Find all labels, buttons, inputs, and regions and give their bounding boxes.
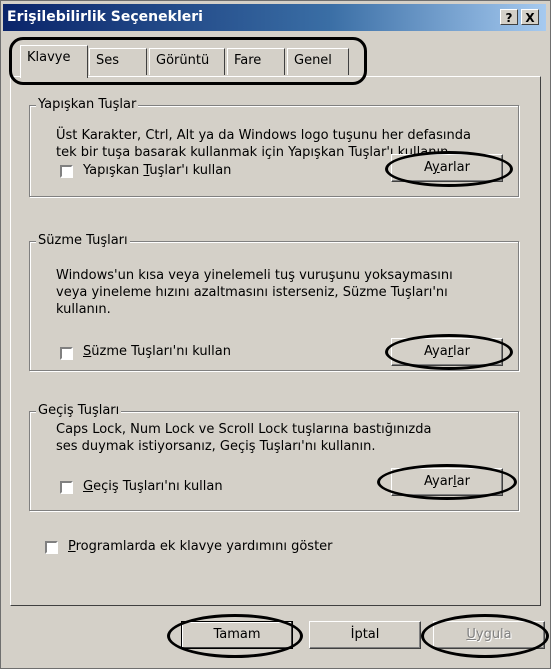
tab-label: Ses xyxy=(96,53,120,68)
group-title-sticky-keys: Yapışkan Tuşlar xyxy=(36,97,139,112)
tab-label: Görüntü xyxy=(156,53,210,68)
tab-label: Genel xyxy=(294,53,332,68)
ok-button[interactable]: Tamam xyxy=(181,621,293,649)
label-text: uşlar'ı kullan xyxy=(149,163,232,178)
accessibility-options-dialog: Erişilebilirlik Seçenekleri ? X Klavye S… xyxy=(0,0,551,669)
filter-keys-description-line1: Windows'un kısa veya yinelemeli tuş vuru… xyxy=(56,268,453,283)
toggle-keys-checkbox[interactable] xyxy=(60,481,73,494)
title-bar[interactable]: Erişilebilirlik Seçenekleri ? X xyxy=(3,4,546,31)
group-title-filter-keys: Süzme Tuşları xyxy=(36,233,130,248)
sticky-keys-settings-button[interactable]: Ayarlar xyxy=(391,154,503,182)
tab-label: Fare xyxy=(234,53,262,68)
button-text: ygula xyxy=(475,627,512,642)
label-accelerator: P xyxy=(68,539,76,554)
button-text: A xyxy=(424,160,433,175)
toggle-keys-settings-button[interactable]: Ayarlar xyxy=(391,468,503,496)
tab-label: Klavye xyxy=(27,50,71,65)
extra-keyboard-help-checkbox[interactable] xyxy=(45,541,58,554)
apply-button[interactable]: Uygula xyxy=(433,621,545,649)
group-title-toggle-keys: Geçiş Tuşları xyxy=(36,403,122,418)
filter-keys-checkbox[interactable] xyxy=(60,347,73,360)
button-text: arlar xyxy=(439,160,470,175)
filter-keys-description-line2: veya yineleme hızını azaltmasını isterse… xyxy=(56,285,448,300)
extra-keyboard-help-label[interactable]: Programlarda ek klavye yardımını göster xyxy=(68,539,333,554)
button-accelerator: U xyxy=(466,627,476,642)
label-text: rogramlarda ek klavye yardımını göster xyxy=(75,539,333,554)
toggle-keys-description-line1: Caps Lock, Num Lock ve Scroll Lock tuşla… xyxy=(56,422,432,437)
button-text: Aya xyxy=(424,344,448,359)
filter-keys-checkbox-label[interactable]: Süzme Tuşları'nı kullan xyxy=(83,344,231,359)
sticky-keys-description-line1: Üst Karakter, Ctrl, Alt ya da Windows lo… xyxy=(56,128,471,143)
tab-klavye[interactable]: Klavye xyxy=(20,45,88,78)
tab-ses[interactable]: Ses xyxy=(89,48,147,75)
toggle-keys-description-line2: ses duymak istiyorsanız, Geçiş Tuşları'n… xyxy=(56,439,376,454)
filter-keys-description-line3: kullanın. xyxy=(56,302,111,317)
button-text: Ayar xyxy=(424,474,454,489)
window-title: Erişilebilirlik Seçenekleri xyxy=(7,9,203,25)
cancel-button[interactable]: İptal xyxy=(309,621,421,649)
button-text: lar xyxy=(453,344,470,359)
sticky-keys-checkbox[interactable] xyxy=(60,165,73,178)
button-text: ar xyxy=(456,474,470,489)
button-accelerator: y xyxy=(432,160,440,175)
toggle-keys-checkbox-label[interactable]: Geçiş Tuşları'nı kullan xyxy=(83,479,223,494)
sticky-keys-checkbox-label[interactable]: Yapışkan Tuşlar'ı kullan xyxy=(83,163,231,178)
filter-keys-settings-button[interactable]: Ayarlar xyxy=(391,338,503,366)
close-button[interactable]: X xyxy=(521,9,539,25)
tab-fare[interactable]: Fare xyxy=(227,48,285,75)
tab-goruntu[interactable]: Görüntü xyxy=(149,48,225,75)
label-text: üzme Tuşları'nı kullan xyxy=(91,344,231,359)
label-text: eçiş Tuşları'nı kullan xyxy=(93,479,223,494)
label-text: Yapışkan xyxy=(83,163,144,178)
help-button[interactable]: ? xyxy=(500,9,518,25)
label-accelerator: G xyxy=(83,479,94,494)
tab-genel[interactable]: Genel xyxy=(287,48,349,75)
